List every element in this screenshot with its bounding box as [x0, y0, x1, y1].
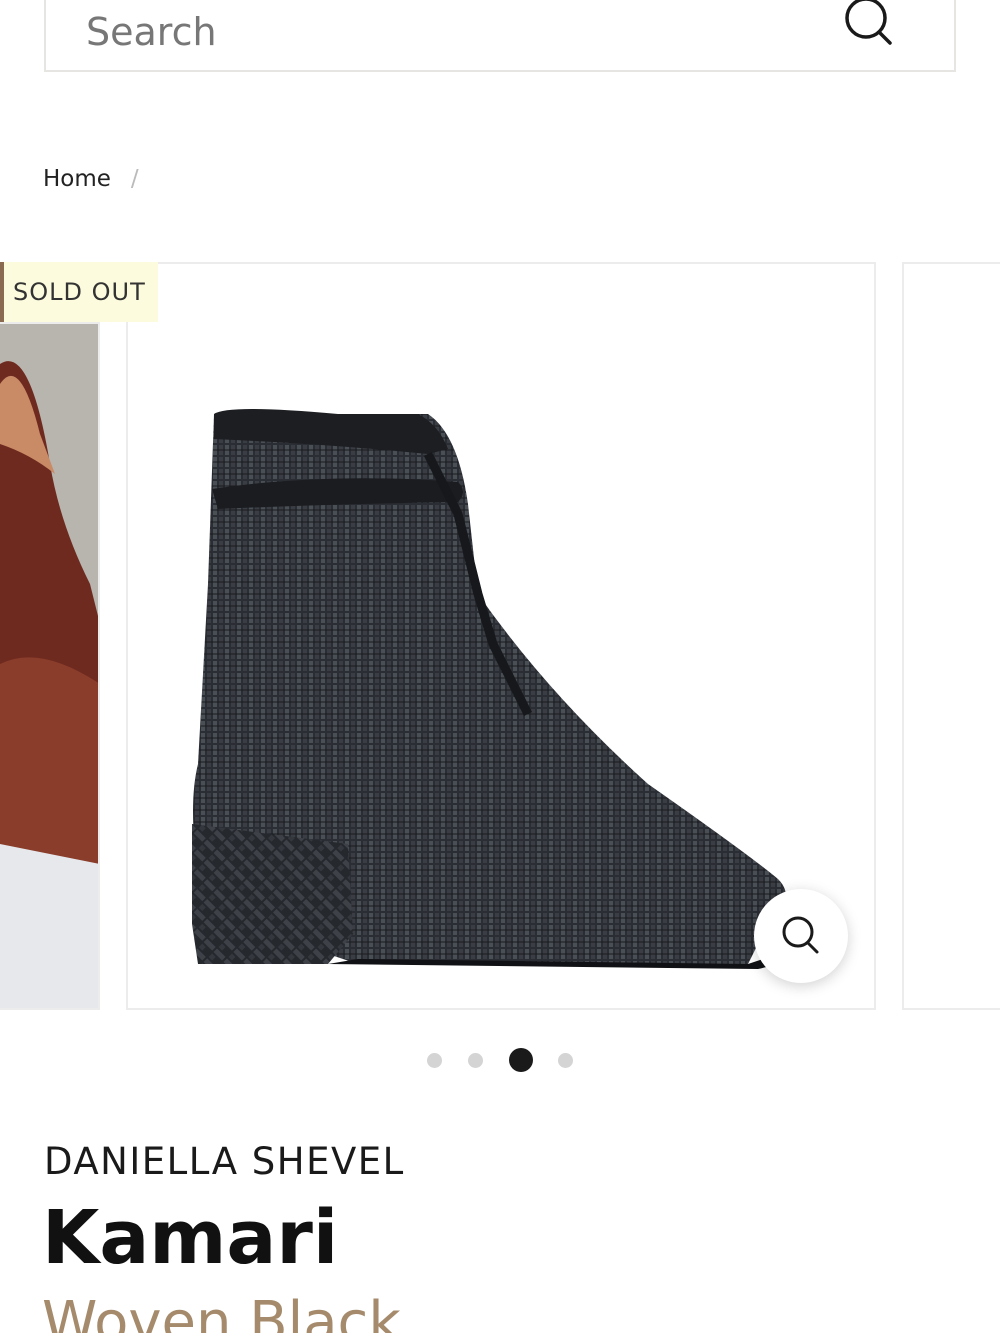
product-gallery[interactable] [0, 262, 1000, 1012]
breadcrumb-separator: / [130, 166, 139, 192]
gallery-slide-current[interactable] [126, 262, 876, 1010]
gallery-slide-next[interactable] [902, 262, 1000, 1010]
product-brand[interactable]: DANIELLA SHEVEL [44, 1140, 405, 1183]
product-title: Kamari [42, 1195, 339, 1281]
gallery-dot[interactable] [427, 1053, 442, 1068]
gallery-pagination [0, 1048, 1000, 1074]
breadcrumb: Home / [43, 166, 139, 192]
zoom-button[interactable] [754, 889, 848, 983]
search-icon [845, 0, 892, 45]
search-button[interactable] [840, 0, 900, 56]
product-variant: Woven Black [42, 1290, 401, 1333]
sold-out-badge: SOLD OUT [0, 262, 158, 322]
gallery-dot[interactable] [468, 1053, 483, 1068]
boot-product-image [192, 409, 786, 969]
search-bar [44, 0, 956, 72]
model-photo-image [0, 324, 98, 1008]
breadcrumb-home-link[interactable]: Home [43, 166, 111, 192]
gallery-dot[interactable] [558, 1053, 573, 1068]
gallery-slide-previous[interactable] [0, 322, 100, 1010]
gallery-dot-active[interactable] [509, 1048, 533, 1072]
zoom-icon [782, 916, 819, 954]
search-input[interactable] [86, 2, 806, 62]
